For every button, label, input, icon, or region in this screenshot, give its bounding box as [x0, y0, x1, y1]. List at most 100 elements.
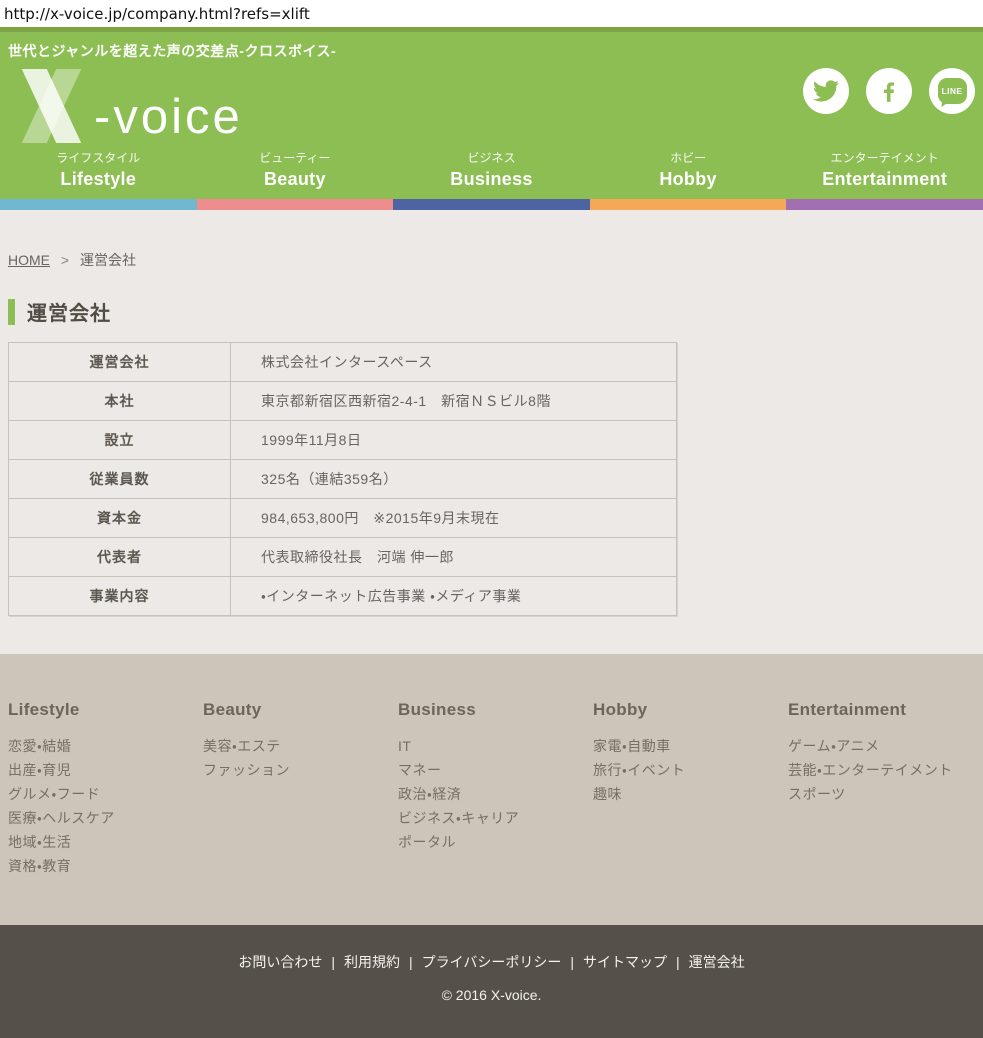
bottom-link-sitemap[interactable]: サイトマップ	[583, 954, 667, 970]
row-label: 本社	[9, 382, 231, 421]
footer-column-hobby: Hobby 家電・自動車 旅行・イベント 趣味	[593, 700, 788, 895]
line-button[interactable]: LINE	[929, 68, 975, 114]
breadcrumb-home-link[interactable]: HOME	[8, 252, 50, 268]
line-icon-label: LINE	[942, 86, 963, 96]
row-value: 325名（連結359名）	[231, 460, 677, 499]
footer-link[interactable]: ポータル	[398, 830, 593, 854]
bottom-link-company[interactable]: 運営会社	[689, 954, 745, 970]
footer-link[interactable]: IT	[398, 734, 593, 758]
nav-item-lifestyle[interactable]: ライフスタイル Lifestyle	[0, 149, 197, 190]
page-title-text: 運営会社	[27, 297, 111, 326]
category-color-stripe	[0, 199, 983, 210]
footer-link[interactable]: ビジネス・キャリア	[398, 806, 593, 830]
row-label: 資本金	[9, 499, 231, 538]
nav-item-hobby-en: Hobby	[590, 169, 787, 190]
nav-item-hobby-jp: ホビー	[590, 149, 787, 166]
footer-column-business: Business IT マネー 政治・経済 ビジネス・キャリア ポータル	[398, 700, 593, 895]
footer-column-title: Beauty	[203, 700, 398, 720]
page-title: 運営会社	[8, 297, 975, 326]
row-value: 1999年11月8日	[231, 421, 677, 460]
stripe-lifestyle	[0, 199, 197, 210]
nav-item-beauty-en: Beauty	[197, 169, 394, 190]
row-label: 事業内容	[9, 577, 231, 616]
bottom-link-separator: |	[570, 954, 574, 970]
nav-item-entertainment-en: Entertainment	[786, 169, 983, 190]
footer-link[interactable]: 地域・生活	[8, 830, 203, 854]
bottom-link-contact[interactable]: お問い合わせ	[238, 954, 322, 970]
bottom-link-separator: |	[676, 954, 680, 970]
row-label: 設立	[9, 421, 231, 460]
footer-link[interactable]: 医療・ヘルスケア	[8, 806, 203, 830]
bottom-link-terms[interactable]: 利用規約	[344, 954, 400, 970]
main-content: HOME > 運営会社 運営会社 運営会社 株式会社インタースペース 本社 東京…	[0, 210, 983, 654]
stripe-business	[393, 199, 590, 210]
footer-link[interactable]: 旅行・イベント	[593, 758, 788, 782]
facebook-icon	[876, 78, 902, 104]
footer-link[interactable]: 家電・自動車	[593, 734, 788, 758]
nav-item-lifestyle-jp: ライフスタイル	[0, 149, 197, 166]
company-info-table: 運営会社 株式会社インタースペース 本社 東京都新宿区西新宿2-4-1 新宿ＮＳ…	[8, 342, 677, 616]
nav-item-entertainment[interactable]: エンターテイメント Entertainment	[786, 149, 983, 190]
bottom-bar: お問い合わせ | 利用規約 | プライバシーポリシー | サイトマップ | 運営会社 © 201…	[0, 925, 983, 1038]
table-row: 運営会社 株式会社インタースペース	[9, 343, 677, 382]
breadcrumb-separator: >	[61, 252, 69, 268]
nav-item-lifestyle-en: Lifestyle	[0, 169, 197, 190]
breadcrumb: HOME > 運営会社	[8, 250, 975, 270]
nav-item-business[interactable]: ビジネス Business	[393, 149, 590, 190]
footer-column-title: Lifestyle	[8, 700, 203, 720]
footer-link[interactable]: 趣味	[593, 782, 788, 806]
site-tagline: 世代とジャンルを超えた声の交差点-クロスボイス-	[0, 32, 983, 61]
twitter-icon	[813, 78, 839, 104]
bottom-link-privacy[interactable]: プライバシーポリシー	[422, 954, 562, 970]
table-row: 事業内容 ・インターネット広告事業 ・メディア事業	[9, 577, 677, 616]
footer-link[interactable]: グルメ・フード	[8, 782, 203, 806]
nav-item-entertainment-jp: エンターテイメント	[786, 149, 983, 166]
nav-item-business-en: Business	[393, 169, 590, 190]
table-row: 設立 1999年11月8日	[9, 421, 677, 460]
footer-link[interactable]: 芸能・エンターテイメント	[788, 758, 983, 782]
stripe-hobby	[590, 199, 787, 210]
table-row: 本社 東京都新宿区西新宿2-4-1 新宿ＮＳビル8階	[9, 382, 677, 421]
logo-x-mark	[8, 69, 94, 143]
footer-link[interactable]: 出産・育児	[8, 758, 203, 782]
bottom-link-separator: |	[331, 954, 335, 970]
nav-item-beauty[interactable]: ビューティー Beauty	[197, 149, 394, 190]
line-icon: LINE	[938, 78, 967, 104]
row-label: 運営会社	[9, 343, 231, 382]
table-row: 代表者 代表取締役社長 河端 伸一郎	[9, 538, 677, 577]
footer-link[interactable]: 恋愛・結婚	[8, 734, 203, 758]
bottom-links: お問い合わせ | 利用規約 | プライバシーポリシー | サイトマップ | 運営会社	[0, 952, 983, 972]
row-label: 従業員数	[9, 460, 231, 499]
twitter-button[interactable]	[803, 68, 849, 114]
footer-link[interactable]: 政治・経済	[398, 782, 593, 806]
row-value: 株式会社インタースペース	[231, 343, 677, 382]
nav-item-beauty-jp: ビューティー	[197, 149, 394, 166]
footer-column-entertainment: Entertainment ゲーム・アニメ 芸能・エンターテイメント スポーツ	[788, 700, 983, 895]
main-nav: ライフスタイル Lifestyle ビューティー Beauty ビジネス Bus…	[0, 143, 983, 199]
footer-link[interactable]: スポーツ	[788, 782, 983, 806]
footer-column-title: Business	[398, 700, 593, 720]
footer-link[interactable]: 資格・教育	[8, 854, 203, 878]
footer-link[interactable]: ファッション	[203, 758, 398, 782]
facebook-button[interactable]	[866, 68, 912, 114]
footer-column-title: Hobby	[593, 700, 788, 720]
table-row: 従業員数 325名（連結359名）	[9, 460, 677, 499]
footer-link[interactable]: 美容・エステ	[203, 734, 398, 758]
logo-wordmark: -voice	[94, 94, 243, 143]
row-label: 代表者	[9, 538, 231, 577]
stripe-entertainment	[786, 199, 983, 210]
stripe-beauty	[197, 199, 394, 210]
sitemap-footer: Lifestyle 恋愛・結婚 出産・育児 グルメ・フード 医療・ヘルスケア 地…	[0, 654, 983, 925]
footer-column-title: Entertainment	[788, 700, 983, 720]
breadcrumb-current: 運営会社	[80, 252, 136, 268]
row-value: 984,653,800円 ※2015年9月末現在	[231, 499, 677, 538]
footer-link[interactable]: マネー	[398, 758, 593, 782]
row-value: 代表取締役社長 河端 伸一郎	[231, 538, 677, 577]
copyright: © 2016 X-voice.	[0, 987, 983, 1003]
nav-item-hobby[interactable]: ホビー Hobby	[590, 149, 787, 190]
bottom-link-separator: |	[409, 954, 413, 970]
social-links: LINE	[803, 68, 975, 114]
footer-link[interactable]: ゲーム・アニメ	[788, 734, 983, 758]
row-value: 東京都新宿区西新宿2-4-1 新宿ＮＳビル8階	[231, 382, 677, 421]
row-value: ・インターネット広告事業 ・メディア事業	[231, 577, 677, 616]
